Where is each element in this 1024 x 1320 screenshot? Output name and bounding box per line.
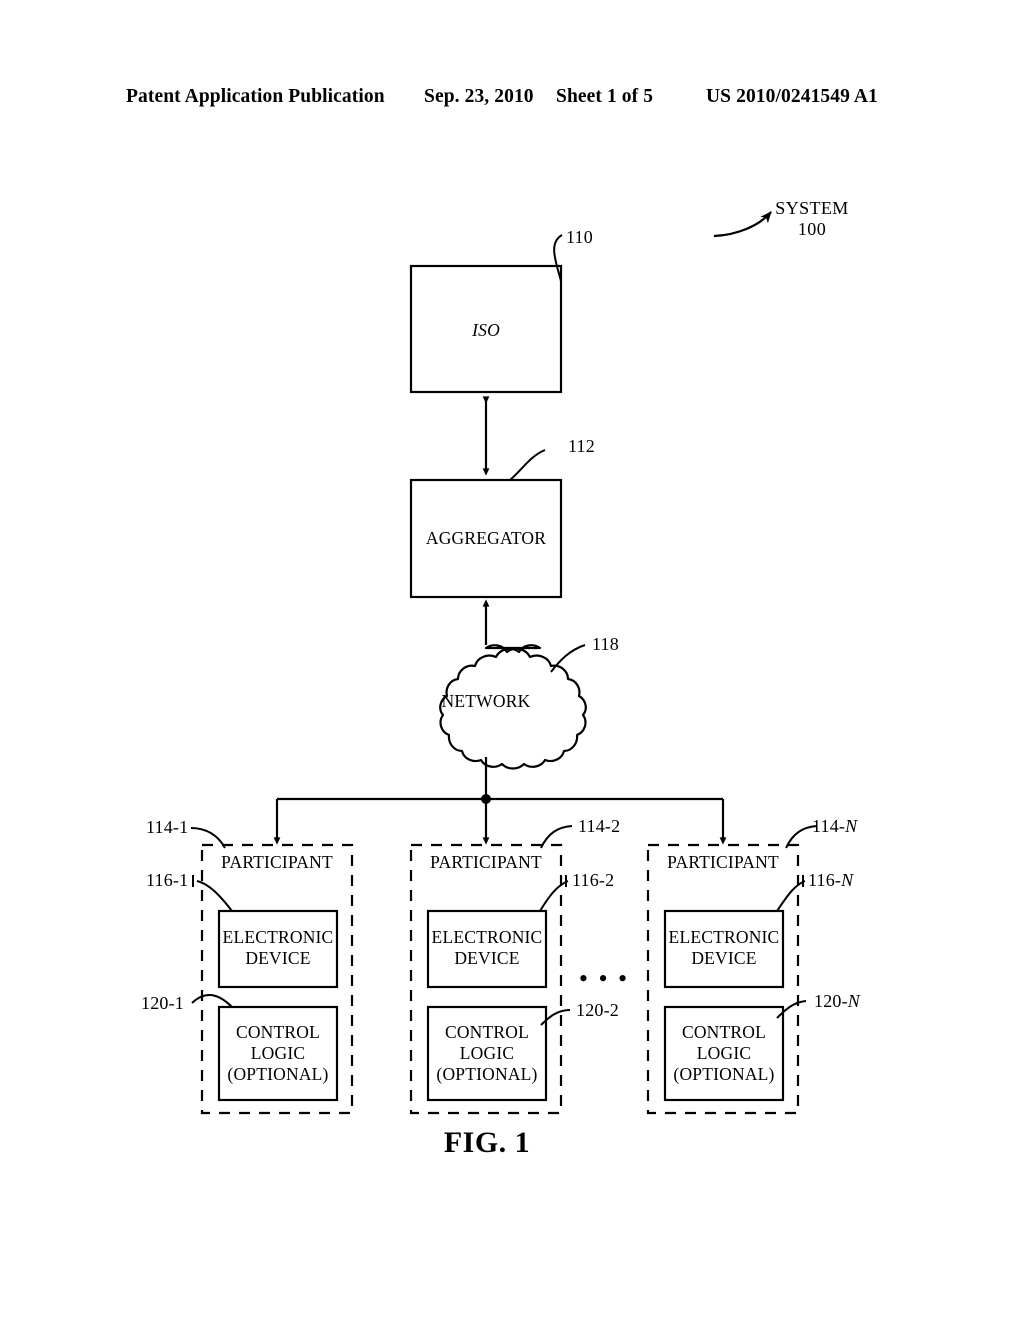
- ref-number-120-2: 120-2: [576, 1000, 619, 1020]
- participant-2-label: PARTICIPANT: [430, 852, 542, 872]
- participant-1-control-line3: (OPTIONAL): [227, 1064, 329, 1084]
- participant-n-device-line2: DEVICE: [691, 948, 757, 968]
- participant-n-control-line2: LOGIC: [696, 1043, 752, 1063]
- leader-116-n: [776, 880, 806, 912]
- ref-number-110: 110: [566, 227, 593, 247]
- participant-2-device-line1: ELECTRONIC: [431, 927, 543, 947]
- participant-n-device-label: ELECTRONIC DEVICE: [669, 927, 780, 969]
- ref-number-114-2: 114-2: [578, 816, 621, 836]
- ref-120-n-prefix: 120-: [814, 991, 848, 1011]
- ref-120-n-suffix: N: [847, 991, 861, 1011]
- participant-n-device-line1: ELECTRONIC: [668, 927, 780, 947]
- system-label-number: 100: [797, 219, 827, 239]
- leader-112: [509, 449, 546, 481]
- ref-number-120-1: 120-1: [141, 993, 184, 1013]
- participant-2-control-line3: (OPTIONAL): [436, 1064, 538, 1084]
- participant-2-device-line2: DEVICE: [454, 948, 520, 968]
- ref-number-116-1: 116-1: [146, 870, 189, 890]
- participant-2-control-line2: LOGIC: [459, 1043, 515, 1063]
- participant-n-control-line1: CONTROL: [681, 1022, 767, 1042]
- participant-1-device-line1: ELECTRONIC: [222, 927, 334, 947]
- ref-number-120-n: 120-N: [814, 991, 860, 1012]
- participants-ellipsis: • • •: [578, 964, 630, 993]
- system-pointer-arrow: [713, 211, 772, 238]
- leader-120-1: [191, 994, 233, 1008]
- ref-number-114-1: 114-1: [146, 817, 189, 837]
- ref-number-114-n: 114-N: [812, 816, 857, 837]
- participant-n-label: PARTICIPANT: [667, 852, 779, 872]
- participant-1-device-line2: DEVICE: [245, 948, 311, 968]
- leader-116-2: [539, 880, 569, 912]
- ref-number-116-2: 116-2: [572, 870, 615, 890]
- ref-number-118: 118: [592, 634, 619, 654]
- participant-1-control-line2: LOGIC: [250, 1043, 306, 1063]
- ref-116-n-prefix: 116-: [808, 870, 842, 890]
- participant-1-control-label: CONTROL LOGIC (OPTIONAL): [227, 1022, 328, 1085]
- participant-1-label: PARTICIPANT: [221, 852, 333, 872]
- participant-2-control-label: CONTROL LOGIC (OPTIONAL): [436, 1022, 537, 1085]
- ref-116-n-suffix: N: [841, 870, 854, 890]
- ref-number-116-n: 116-N: [808, 870, 853, 891]
- participant-2-control-line1: CONTROL: [444, 1022, 530, 1042]
- ref-114-n-prefix: 114-: [812, 816, 846, 836]
- network-cloud-label: NETWORK: [441, 691, 531, 711]
- system-label-name: SYSTEM: [775, 198, 849, 218]
- participant-2-device-label: ELECTRONIC DEVICE: [432, 927, 543, 969]
- participant-n-control-label: CONTROL LOGIC (OPTIONAL): [673, 1022, 774, 1085]
- participant-1-device-label: ELECTRONIC DEVICE: [223, 927, 334, 969]
- figure-drawing: [0, 0, 1024, 1320]
- participant-n-control-line3: (OPTIONAL): [673, 1064, 775, 1084]
- iso-box-label: ISO: [472, 320, 500, 340]
- system-label: SYSTEM 100: [775, 198, 848, 240]
- figure-caption: FIG. 1: [443, 1126, 531, 1159]
- ref-114-n-suffix: N: [845, 816, 858, 836]
- aggregator-box-label: AGGREGATOR: [425, 528, 547, 548]
- ref-number-112: 112: [568, 436, 595, 456]
- participant-1-control-line1: CONTROL: [235, 1022, 321, 1042]
